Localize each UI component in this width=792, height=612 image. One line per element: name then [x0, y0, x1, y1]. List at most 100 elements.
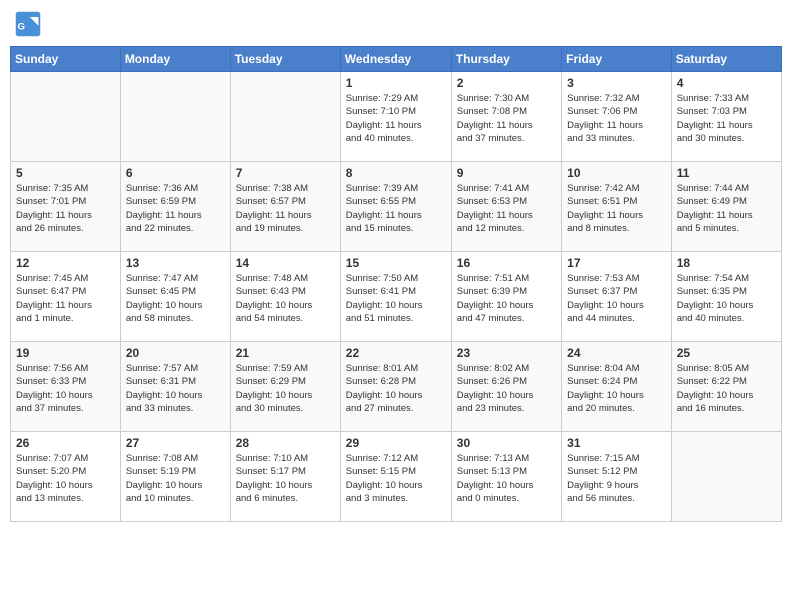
- calendar-cell: 16Sunrise: 7:51 AM Sunset: 6:39 PM Dayli…: [451, 252, 561, 342]
- calendar-cell: 11 Sunrise: 7:44 AM Sunset: 6:49 PM Dayli…: [671, 162, 781, 252]
- day-number: 30: [457, 436, 556, 450]
- day-number: 29: [346, 436, 446, 450]
- day-number: 25: [677, 346, 776, 360]
- day-number: 12: [16, 256, 115, 270]
- day-number: 3: [567, 76, 666, 90]
- day-number: 23: [457, 346, 556, 360]
- calendar-cell: [120, 72, 230, 162]
- day-number: 4: [677, 76, 776, 90]
- day-number: 18: [677, 256, 776, 270]
- day-info: Sunrise: 7:56 AM Sunset: 6:33 PM Dayligh…: [16, 362, 115, 415]
- calendar-cell: 21 Sunrise: 7:59 AM Sunset: 6:29 PM Dayli…: [230, 342, 340, 432]
- calendar-cell: 14 Sunrise: 7:48 AM Sunset: 6:43 PM Dayli…: [230, 252, 340, 342]
- day-number: 10: [567, 166, 666, 180]
- calendar-cell: 13 Sunrise: 7:47 AM Sunset: 6:45 PM Dayli…: [120, 252, 230, 342]
- calendar-cell: 6 Sunrise: 7:36 AM Sunset: 6:59 PM Daylig…: [120, 162, 230, 252]
- calendar-cell: 8Sunrise: 7:39 AM Sunset: 6:55 PM Daylig…: [340, 162, 451, 252]
- day-number: 7: [236, 166, 335, 180]
- day-info: Sunrise: 7:13 AM Sunset: 5:13 PM Dayligh…: [457, 452, 556, 505]
- calendar-cell: 24 Sunrise: 8:04 AM Sunset: 6:24 PM Dayli…: [562, 342, 672, 432]
- day-info: Sunrise: 7:12 AM Sunset: 5:15 PM Dayligh…: [346, 452, 446, 505]
- day-info: Sunrise: 7:29 AM Sunset: 7:10 PM Dayligh…: [346, 92, 446, 145]
- calendar-cell: 29 Sunrise: 7:12 AM Sunset: 5:15 PM Dayli…: [340, 432, 451, 522]
- day-info: Sunrise: 7:39 AM Sunset: 6:55 PM Dayligh…: [346, 182, 446, 235]
- day-info: Sunrise: 7:50 AM Sunset: 6:41 PM Dayligh…: [346, 272, 446, 325]
- day-info: Sunrise: 7:41 AM Sunset: 6:53 PM Dayligh…: [457, 182, 556, 235]
- day-info: Sunrise: 7:57 AM Sunset: 6:31 PM Dayligh…: [126, 362, 225, 415]
- day-info: Sunrise: 8:02 AM Sunset: 6:26 PM Dayligh…: [457, 362, 556, 415]
- day-info: Sunrise: 7:10 AM Sunset: 5:17 PM Dayligh…: [236, 452, 335, 505]
- day-info: Sunrise: 7:38 AM Sunset: 6:57 PM Dayligh…: [236, 182, 335, 235]
- day-info: Sunrise: 7:30 AM Sunset: 7:08 PM Dayligh…: [457, 92, 556, 145]
- day-info: Sunrise: 7:32 AM Sunset: 7:06 PM Dayligh…: [567, 92, 666, 145]
- day-number: 20: [126, 346, 225, 360]
- calendar-cell: 3 Sunrise: 7:32 AM Sunset: 7:06 PM Daylig…: [562, 72, 672, 162]
- day-info: Sunrise: 7:45 AM Sunset: 6:47 PM Dayligh…: [16, 272, 115, 325]
- day-info: Sunrise: 7:08 AM Sunset: 5:19 PM Dayligh…: [126, 452, 225, 505]
- day-number: 28: [236, 436, 335, 450]
- calendar-cell: 28 Sunrise: 7:10 AM Sunset: 5:17 PM Dayli…: [230, 432, 340, 522]
- calendar-cell: 10 Sunrise: 7:42 AM Sunset: 6:51 PM Dayli…: [562, 162, 672, 252]
- calendar-cell: 18 Sunrise: 7:54 AM Sunset: 6:35 PM Dayli…: [671, 252, 781, 342]
- day-number: 16: [457, 256, 556, 270]
- calendar-cell: 12 Sunrise: 7:45 AM Sunset: 6:47 PM Dayli…: [11, 252, 121, 342]
- day-info: Sunrise: 7:36 AM Sunset: 6:59 PM Dayligh…: [126, 182, 225, 235]
- day-number: 27: [126, 436, 225, 450]
- day-info: Sunrise: 7:59 AM Sunset: 6:29 PM Dayligh…: [236, 362, 335, 415]
- day-info: Sunrise: 8:01 AM Sunset: 6:28 PM Dayligh…: [346, 362, 446, 415]
- weekday-header: Monday: [120, 47, 230, 72]
- calendar-cell: 1 Sunrise: 7:29 AM Sunset: 7:10 PM Daylig…: [340, 72, 451, 162]
- day-number: 15: [346, 256, 446, 270]
- calendar-cell: 17 Sunrise: 7:53 AM Sunset: 6:37 PM Dayli…: [562, 252, 672, 342]
- day-number: 17: [567, 256, 666, 270]
- calendar-header-row: SundayMondayTuesdayWednesdayThursdayFrid…: [11, 47, 782, 72]
- day-number: 14: [236, 256, 335, 270]
- calendar-cell: 25Sunrise: 8:05 AM Sunset: 6:22 PM Dayli…: [671, 342, 781, 432]
- calendar-cell: 19Sunrise: 7:56 AM Sunset: 6:33 PM Dayli…: [11, 342, 121, 432]
- calendar-cell: [671, 432, 781, 522]
- calendar-cell: 4 Sunrise: 7:33 AM Sunset: 7:03 PM Daylig…: [671, 72, 781, 162]
- calendar-week-row: 12 Sunrise: 7:45 AM Sunset: 6:47 PM Dayli…: [11, 252, 782, 342]
- day-number: 1: [346, 76, 446, 90]
- svg-text:G: G: [18, 21, 25, 32]
- day-number: 13: [126, 256, 225, 270]
- calendar-cell: 20 Sunrise: 7:57 AM Sunset: 6:31 PM Dayli…: [120, 342, 230, 432]
- day-info: Sunrise: 7:48 AM Sunset: 6:43 PM Dayligh…: [236, 272, 335, 325]
- day-info: Sunrise: 7:35 AM Sunset: 7:01 PM Dayligh…: [16, 182, 115, 235]
- day-number: 31: [567, 436, 666, 450]
- calendar-cell: [11, 72, 121, 162]
- day-info: Sunrise: 7:54 AM Sunset: 6:35 PM Dayligh…: [677, 272, 776, 325]
- day-info: Sunrise: 8:04 AM Sunset: 6:24 PM Dayligh…: [567, 362, 666, 415]
- calendar-week-row: 1 Sunrise: 7:29 AM Sunset: 7:10 PM Daylig…: [11, 72, 782, 162]
- logo: G: [14, 10, 46, 38]
- day-info: Sunrise: 7:47 AM Sunset: 6:45 PM Dayligh…: [126, 272, 225, 325]
- calendar-cell: 30 Sunrise: 7:13 AM Sunset: 5:13 PM Dayli…: [451, 432, 561, 522]
- weekday-header: Saturday: [671, 47, 781, 72]
- day-number: 11: [677, 166, 776, 180]
- day-info: Sunrise: 7:44 AM Sunset: 6:49 PM Dayligh…: [677, 182, 776, 235]
- logo-icon: G: [14, 10, 42, 38]
- weekday-header: Wednesday: [340, 47, 451, 72]
- day-number: 21: [236, 346, 335, 360]
- day-info: Sunrise: 7:53 AM Sunset: 6:37 PM Dayligh…: [567, 272, 666, 325]
- day-number: 2: [457, 76, 556, 90]
- day-number: 6: [126, 166, 225, 180]
- calendar-cell: 23 Sunrise: 8:02 AM Sunset: 6:26 PM Dayli…: [451, 342, 561, 432]
- calendar-week-row: 19Sunrise: 7:56 AM Sunset: 6:33 PM Dayli…: [11, 342, 782, 432]
- page-header: G: [10, 10, 782, 38]
- day-info: Sunrise: 7:42 AM Sunset: 6:51 PM Dayligh…: [567, 182, 666, 235]
- calendar-cell: 31 Sunrise: 7:15 AM Sunset: 5:12 PM Dayli…: [562, 432, 672, 522]
- weekday-header: Tuesday: [230, 47, 340, 72]
- day-number: 5: [16, 166, 115, 180]
- day-info: Sunrise: 7:15 AM Sunset: 5:12 PM Dayligh…: [567, 452, 666, 505]
- weekday-header: Friday: [562, 47, 672, 72]
- calendar-cell: 7 Sunrise: 7:38 AM Sunset: 6:57 PM Daylig…: [230, 162, 340, 252]
- day-number: 9: [457, 166, 556, 180]
- calendar-cell: 2 Sunrise: 7:30 AM Sunset: 7:08 PM Daylig…: [451, 72, 561, 162]
- calendar-week-row: 26Sunrise: 7:07 AM Sunset: 5:20 PM Dayli…: [11, 432, 782, 522]
- day-info: Sunrise: 7:33 AM Sunset: 7:03 PM Dayligh…: [677, 92, 776, 145]
- weekday-header: Thursday: [451, 47, 561, 72]
- day-number: 24: [567, 346, 666, 360]
- calendar-cell: 5 Sunrise: 7:35 AM Sunset: 7:01 PM Daylig…: [11, 162, 121, 252]
- calendar-cell: 26Sunrise: 7:07 AM Sunset: 5:20 PM Dayli…: [11, 432, 121, 522]
